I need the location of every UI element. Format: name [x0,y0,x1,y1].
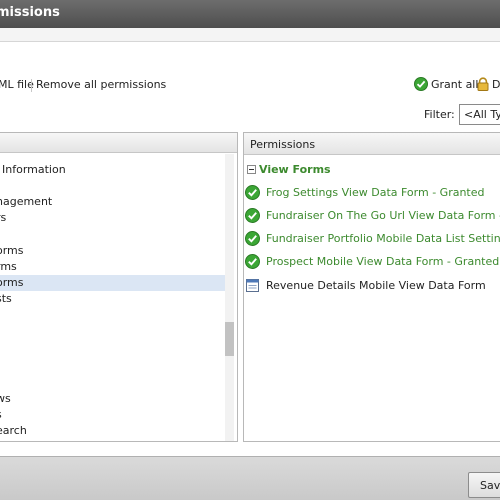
permission-label: Frog Settings View Data Form - Granted [266,186,485,199]
permission-label: Fundraiser Portfolio Mobile Data List Se… [266,232,500,245]
title-sub-strip [0,28,500,42]
grant-all-button[interactable]: Grant all [431,78,478,91]
deny-all-button[interactable]: D [492,78,500,91]
window-title: missions [0,5,60,20]
granted-check-icon [245,185,260,200]
group-label: View Forms [259,163,331,176]
form-icon [246,279,259,292]
tree-scrollbar[interactable] [225,154,234,441]
collapse-icon[interactable] [247,165,256,174]
tree-header [0,133,237,153]
permission-label: Prospect Mobile View Data Form - Granted [266,255,500,268]
tree-item[interactable]: earch [0,423,226,439]
scroll-thumb[interactable] [225,322,234,356]
permission-label: Revenue Details Mobile View Data Form [266,279,486,292]
tree-item[interactable]: s [0,407,226,423]
tree-item[interactable]: nagement [0,194,226,210]
dialog-footer: Save [0,456,500,500]
tree-item[interactable]: rms [0,259,226,275]
filter-label: Filter: [424,108,455,121]
granted-check-icon [245,254,260,269]
tree-item[interactable]: orms [0,243,226,259]
tree-item[interactable]: rs [0,210,226,226]
lock-icon[interactable] [476,77,490,91]
permissions-panel: Permissions View Forms Frog Settings Vie… [243,132,500,442]
filter-select[interactable]: <All Typ [459,104,500,125]
save-button[interactable]: Save [468,472,500,498]
toolbar: ML file Remove all permissions Grant all… [0,77,500,94]
permission-label: Fundraiser On The Go Url View Data Form … [266,209,500,222]
remove-all-permissions-link[interactable]: Remove all permissions [36,78,166,91]
permissions-header-label: Permissions [250,138,316,151]
feature-tree-panel: Informationnagementrsormsrmsormsstswssea… [0,132,238,442]
granted-check-icon [245,208,260,223]
grant-check-icon[interactable] [414,77,428,91]
toolbar-separator [31,79,32,92]
tree-item[interactable]: Information [0,162,226,178]
export-xml-link[interactable]: ML file [0,78,34,91]
granted-check-icon [245,231,260,246]
tree-item[interactable]: ws [0,391,226,407]
title-bar: missions [0,0,500,28]
tree-item[interactable]: orms [0,275,226,291]
permissions-header: Permissions [244,133,500,155]
tree-item[interactable]: sts [0,291,226,307]
